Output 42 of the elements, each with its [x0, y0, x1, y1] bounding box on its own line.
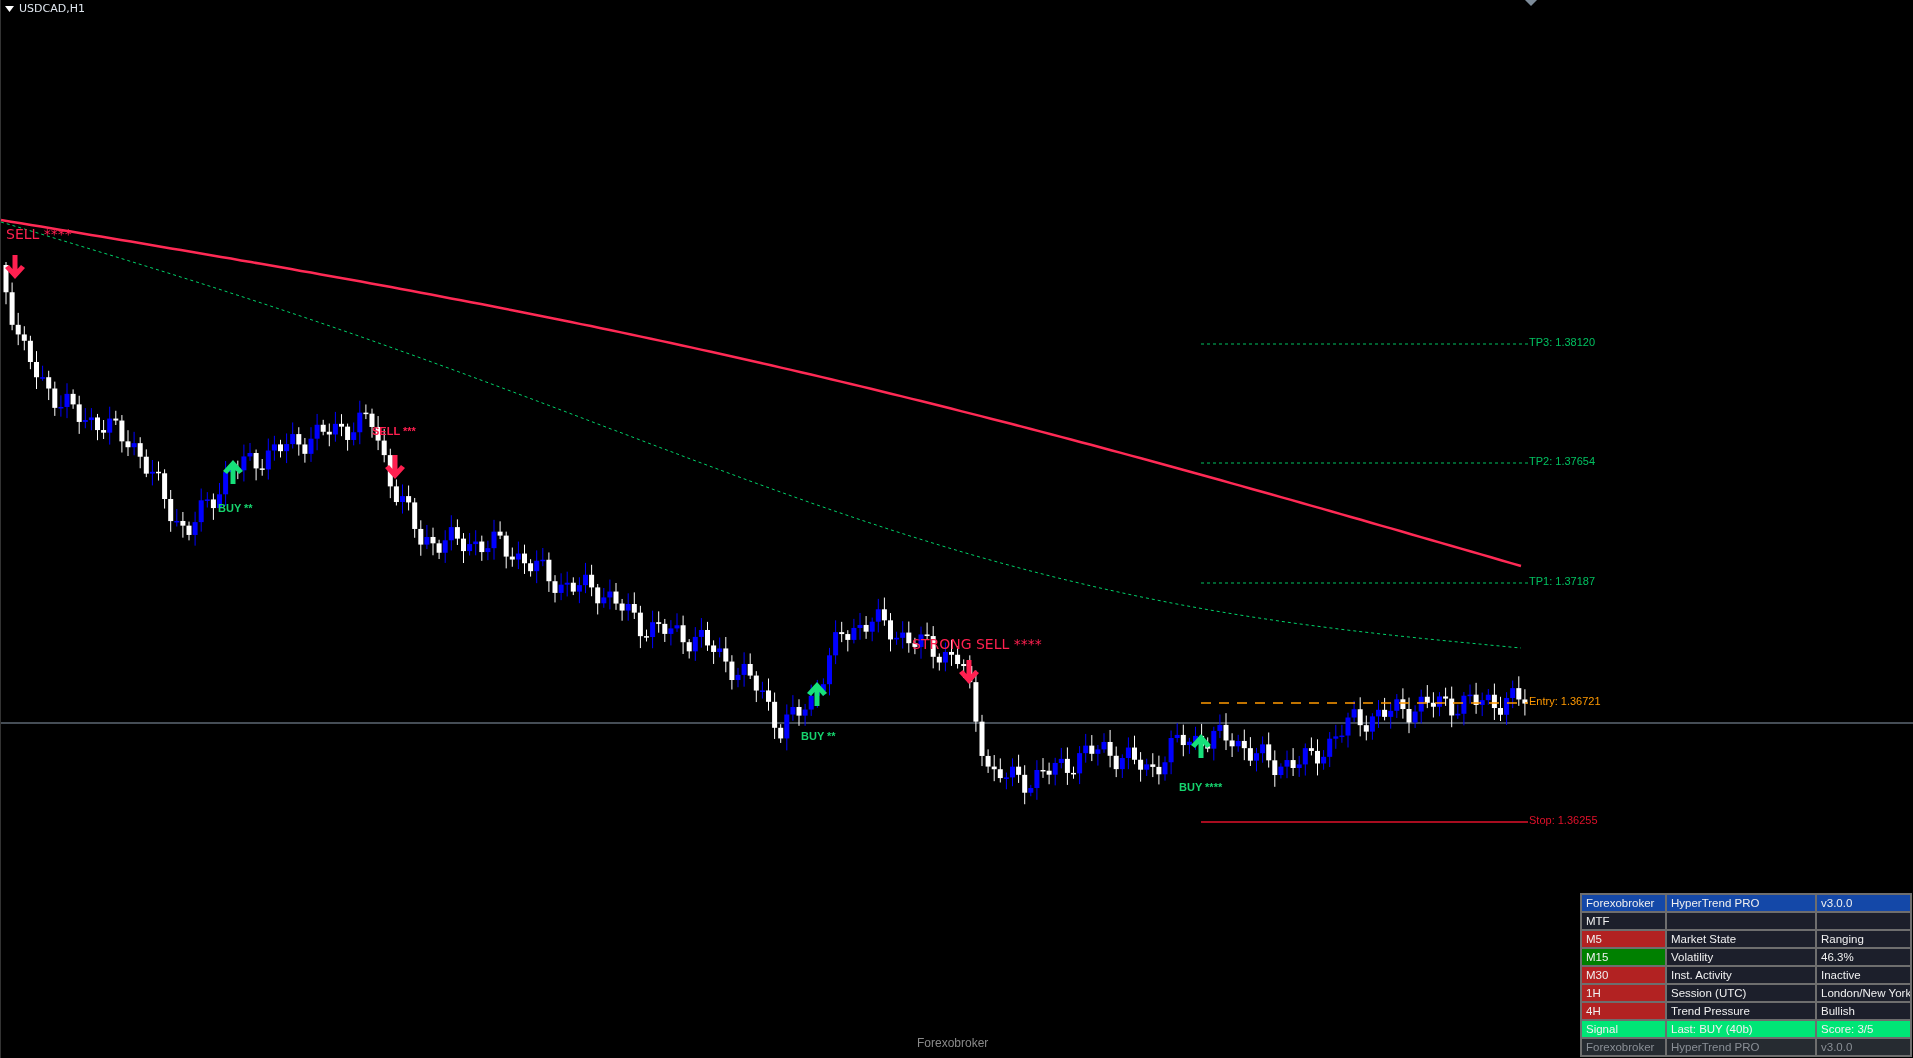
- down-arrow-icon: [5, 255, 25, 279]
- table-cell: Signal: [1582, 1021, 1665, 1037]
- level-label: TP1: 1.37187: [1529, 575, 1596, 587]
- table-cell: Last: BUY (40b): [1667, 1021, 1815, 1037]
- down-arrow-icon: [959, 660, 979, 684]
- level-label: Stop: 1.36255: [1529, 814, 1598, 826]
- chart-symbol: USDCAD,H1: [19, 2, 85, 15]
- chart-footer-label: Forexobroker: [917, 1036, 989, 1050]
- table-cell: Session (UTC): [1667, 985, 1815, 1001]
- table-cell: MTF: [1582, 913, 1665, 929]
- table-cell: Trend Pressure: [1667, 1003, 1815, 1019]
- table-cell: Score: 3/5: [1817, 1021, 1910, 1037]
- table-cell: 4H: [1582, 1003, 1665, 1019]
- dropdown-icon[interactable]: [5, 5, 14, 12]
- table-cell: v3.0.0: [1817, 1039, 1910, 1055]
- table-cell: Inst. Activity: [1667, 967, 1815, 983]
- table-cell: Ranging: [1817, 931, 1910, 947]
- up-arrow-icon: [223, 460, 243, 484]
- up-arrow-icon: [1191, 734, 1211, 758]
- up-arrow-icon: [807, 682, 827, 706]
- table-cell: Forexobroker: [1582, 895, 1665, 911]
- level-label: Entry: 1.36721: [1529, 695, 1601, 707]
- table-cell: Market State: [1667, 931, 1815, 947]
- table-cell: M30: [1582, 967, 1665, 983]
- level-label: TP2: 1.37654: [1529, 455, 1596, 467]
- table-cell: Volatility: [1667, 949, 1815, 965]
- table-cell: 1H: [1582, 985, 1665, 1001]
- scroll-marker-icon[interactable]: [1525, 0, 1537, 6]
- table-cell: HyperTrend PRO: [1667, 1039, 1815, 1055]
- table-cell: M5: [1582, 931, 1665, 947]
- signal-label: BUY **: [801, 730, 836, 742]
- signal-label: BUY ****: [1179, 781, 1223, 793]
- table-cell: Forexobroker: [1582, 1039, 1665, 1055]
- table-cell: HyperTrend PRO: [1667, 895, 1815, 911]
- table-cell: v3.0.0: [1817, 895, 1910, 911]
- down-arrow-icon: [385, 455, 405, 479]
- level-label: TP3: 1.38120: [1529, 336, 1596, 348]
- signal-label: SELL ****: [6, 226, 72, 242]
- table-cell: 46.3%: [1817, 949, 1910, 965]
- table-cell: Inactive: [1817, 967, 1910, 983]
- table-cell: Bullish: [1817, 1003, 1910, 1019]
- table-cell: M15: [1582, 949, 1665, 965]
